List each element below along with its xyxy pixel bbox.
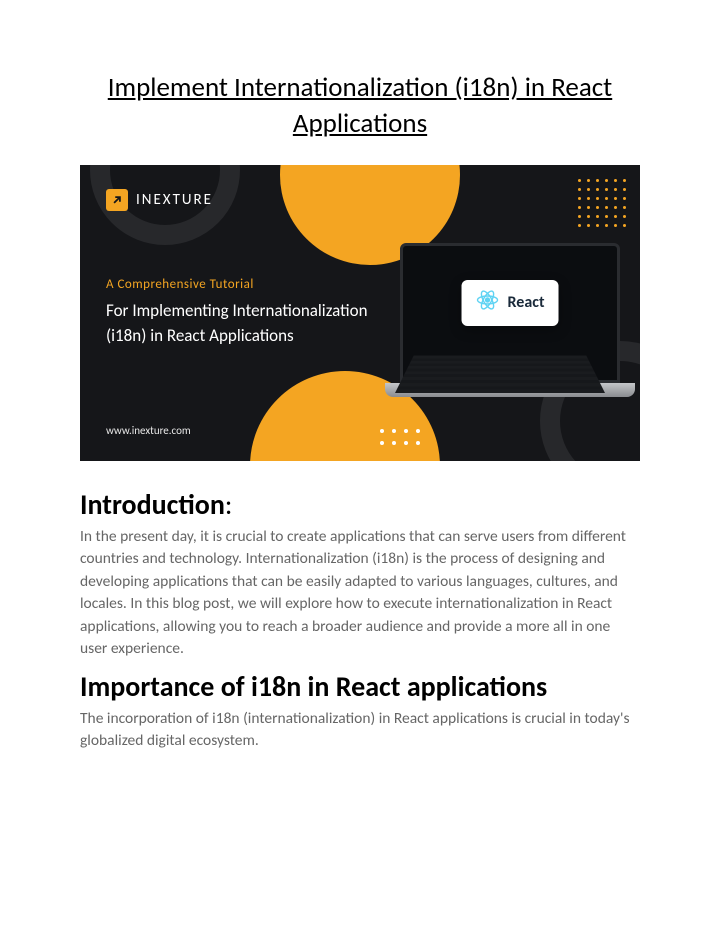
document-title: Implement Internationalization (i18n) in… <box>108 71 612 140</box>
decorative-dots <box>380 429 420 445</box>
importance-heading: Importance of i18n in React applications <box>80 669 640 704</box>
introduction-body: In the present day, it is crucial to cre… <box>80 526 640 661</box>
banner-website: www.inexture.com <box>106 424 191 437</box>
hero-banner: INEXTURE A Comprehensive Tutorial For Im… <box>80 165 640 461</box>
brand-logo: INEXTURE <box>106 189 213 211</box>
arrow-up-icon <box>106 189 128 211</box>
document-title-link[interactable]: Implement Internationalization (i18n) in… <box>80 70 640 143</box>
banner-headline: For Implementing Internationalization (i… <box>106 299 406 348</box>
react-atom-icon <box>476 288 500 318</box>
laptop-illustration: React <box>400 243 640 423</box>
react-badge: React <box>462 280 559 326</box>
introduction-heading: Introduction: <box>80 487 640 522</box>
brand-name: INEXTURE <box>136 191 213 209</box>
decorative-dots <box>578 179 626 227</box>
banner-tagline: A Comprehensive Tutorial <box>106 277 254 292</box>
react-label: React <box>508 293 545 312</box>
importance-body: The incorporation of i18n (international… <box>80 708 640 753</box>
